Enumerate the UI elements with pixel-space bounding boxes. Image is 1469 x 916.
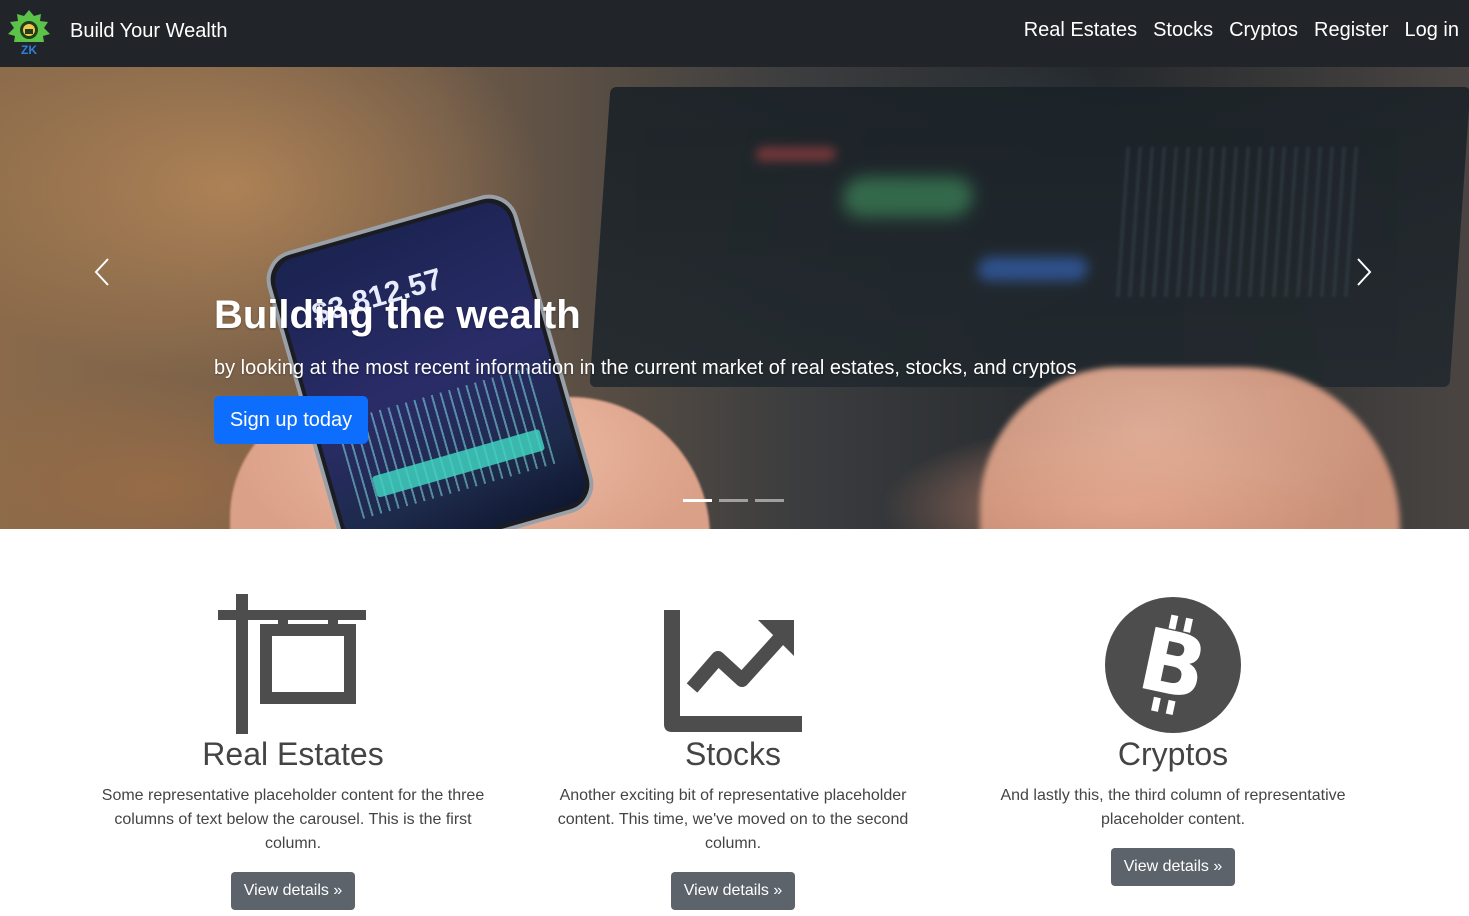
feature-title: Cryptos xyxy=(1117,736,1229,772)
view-details-button-real-estates[interactable]: View details » xyxy=(230,872,356,910)
carousel-indicators xyxy=(683,499,791,502)
logo-icon: ZK xyxy=(4,8,54,57)
nav-link-cryptos[interactable]: Cryptos xyxy=(1229,19,1298,42)
nav-link-stocks[interactable]: Stocks xyxy=(1153,19,1213,42)
brand-title[interactable]: Build Your Wealth xyxy=(70,20,228,43)
carousel-prev-button[interactable] xyxy=(88,257,118,287)
chart-line-icon xyxy=(664,610,802,732)
hero-title: Building the wealth xyxy=(214,293,581,337)
chevron-right-icon xyxy=(1357,258,1372,286)
nav-link-login[interactable]: Log in xyxy=(1405,19,1460,42)
carousel-next-button[interactable] xyxy=(1348,257,1378,287)
feature-text: Some representative placeholder content … xyxy=(101,787,485,852)
feature-text: And lastly this, the third column of rep… xyxy=(1000,787,1346,828)
brand[interactable]: ZK Build Your Wealth xyxy=(4,8,228,57)
view-details-button-stocks[interactable]: View details » xyxy=(670,872,796,910)
feature-cryptos: B Cryptos And lastly this, the third col… xyxy=(973,590,1373,886)
sign-up-button[interactable]: Sign up today xyxy=(214,396,368,444)
hero-carousel: $3,812.57 Building the wealth by looking… xyxy=(0,67,1469,529)
navbar: ZK Build Your Wealth Real Estates Stocks… xyxy=(0,0,1469,67)
feature-real-estates: Real Estates Some representative placeho… xyxy=(93,590,493,910)
feature-title: Real Estates xyxy=(202,736,384,772)
nav-links: Real Estates Stocks Cryptos Register Log… xyxy=(1008,19,1459,42)
carousel-indicator-3[interactable] xyxy=(755,499,784,502)
nav-link-real-estates[interactable]: Real Estates xyxy=(1024,19,1137,42)
feature-stocks: Stocks Another exciting bit of represent… xyxy=(533,590,933,910)
carousel-indicator-2[interactable] xyxy=(719,499,748,502)
feature-title: Stocks xyxy=(684,736,782,772)
view-details-button-cryptos[interactable]: View details » xyxy=(1110,848,1236,886)
sign-icon xyxy=(218,594,366,734)
bitcoin-icon: B xyxy=(1105,597,1241,733)
chevron-left-icon xyxy=(94,258,109,286)
feature-text: Another exciting bit of representative p… xyxy=(557,787,909,852)
nav-link-register[interactable]: Register xyxy=(1314,19,1388,42)
hero-subtitle: by looking at the most recent informatio… xyxy=(214,357,1077,379)
logo-text: ZK xyxy=(21,43,37,56)
carousel-indicator-1[interactable] xyxy=(683,499,712,502)
carousel-caption: Building the wealth by looking at the mo… xyxy=(214,292,1077,444)
